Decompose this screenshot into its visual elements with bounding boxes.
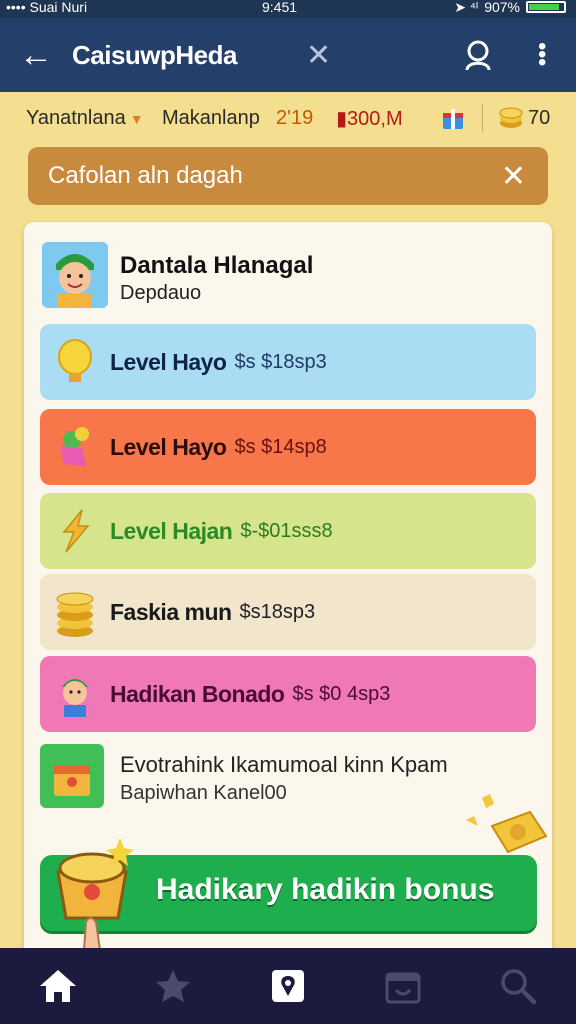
page-title: CaisuwpHeda	[72, 39, 238, 70]
coin-balance: 70	[498, 107, 550, 130]
character-icon	[40, 664, 110, 724]
stat-value-2: ▮300,M	[336, 106, 403, 131]
fire-icon: ▮	[336, 107, 348, 130]
nav-calendar[interactable]	[345, 948, 460, 1024]
stat-value-2-text: 300,M	[347, 107, 403, 130]
star-icon	[155, 970, 190, 1002]
reward-amount: $s18sp3	[239, 600, 316, 623]
user-subtitle: Depdauo	[120, 282, 202, 304]
notice-banner[interactable]: Cafolan aln dagah ✕	[28, 147, 548, 205]
time-label: 9:451	[262, 0, 298, 15]
battery-percent: 907%	[484, 0, 520, 15]
home-icon	[39, 970, 76, 1002]
user-name: Dantala Hlanagal	[120, 252, 314, 279]
calendar-icon	[385, 972, 420, 1004]
caret-down-icon: ▼	[129, 110, 144, 127]
status-indicators: ➤ ⁴ᴵ 907%	[454, 0, 566, 14]
nav-favorites[interactable]	[115, 948, 230, 1024]
reward-amount: $s $0 4sp3	[292, 682, 391, 705]
gift-box-icon[interactable]	[440, 105, 466, 131]
candy-icon	[40, 417, 110, 477]
battery-icon	[526, 1, 566, 13]
coin-count: 70	[528, 106, 551, 129]
reward-label: Level Hayo	[110, 433, 227, 460]
lightbulb-icon	[40, 332, 110, 392]
food-label: Makanlanp	[162, 106, 260, 129]
reward-row-2[interactable]: Level Hayo $s $14sp8	[40, 409, 536, 485]
divider	[482, 104, 483, 132]
reward-amount: $-$01sss8	[240, 519, 333, 542]
promo-title: Evotrahink Ikamumoal kinn Kpam	[120, 752, 448, 777]
reward-label: Hadikan Bonado	[110, 680, 285, 707]
carrier-label: •••• Suai Nuri	[6, 0, 88, 15]
reward-label: Level Hajan	[110, 517, 233, 544]
region-selector[interactable]: Yanatnlana ▼	[26, 107, 144, 130]
avatar-image	[42, 242, 108, 308]
reward-row-5[interactable]: Hadikan Bonado $s $0 4sp3	[40, 656, 536, 732]
treasure-hand-icon	[56, 838, 134, 951]
notice-text: Cafolan aln dagah	[48, 162, 243, 189]
gift-basket-icon	[40, 744, 104, 808]
reward-row-1[interactable]: Level Hayo $s $18sp3	[40, 324, 536, 400]
notice-close-icon[interactable]: ✕	[501, 159, 526, 194]
close-icon[interactable]: ✕	[306, 38, 331, 73]
reward-amount: $s $18sp3	[234, 350, 327, 373]
promo-item[interactable]: Evotrahink Ikamumoal kinn Kpam Bapiwhan …	[40, 742, 520, 812]
gold-bar-icon	[466, 794, 548, 854]
promo-subtitle: Bapiwhan Kanel00	[120, 782, 287, 804]
reward-label: Level Hayo	[110, 348, 227, 375]
reward-label: Faskia mun	[110, 598, 232, 625]
bonus-button-label: Hadikary hadikin bonus	[156, 873, 495, 906]
reward-amount: $s $14sp8	[234, 435, 327, 458]
user-header: Dantala Hlanagal Depdauo	[42, 242, 522, 310]
back-arrow-icon[interactable]: ←	[0, 36, 72, 75]
stat-value-1: 2'19	[276, 106, 314, 129]
map-pin-icon	[271, 970, 304, 1002]
status-bar: •••• Suai Nuri 9:451 ➤ ⁴ᴵ 907%	[0, 0, 576, 18]
search-icon	[500, 969, 536, 1005]
profile-icon[interactable]	[462, 39, 494, 71]
nav-search[interactable]	[460, 948, 575, 1024]
reward-row-4[interactable]: Faskia mun $s18sp3	[40, 574, 536, 650]
more-options-icon[interactable]: • • •	[538, 35, 546, 75]
signal-icon: ➤ ⁴ᴵ	[454, 0, 479, 15]
reward-row-3[interactable]: Level Hajan $-$01sss8	[40, 493, 536, 569]
lightning-icon	[40, 501, 110, 561]
info-bar: Yanatnlana ▼ Makanlanp 2'19 ▮300,M 70	[0, 92, 576, 144]
coins-icon	[499, 107, 523, 128]
app-bar: ← CaisuwpHeda ✕ • • •	[0, 18, 576, 92]
nav-map[interactable]	[230, 948, 345, 1024]
region-label: Yanatnlana	[26, 106, 126, 129]
nav-home[interactable]	[0, 948, 115, 1024]
coin-stack-icon	[40, 582, 110, 642]
avatar	[42, 242, 108, 308]
bottom-nav	[0, 948, 576, 1024]
